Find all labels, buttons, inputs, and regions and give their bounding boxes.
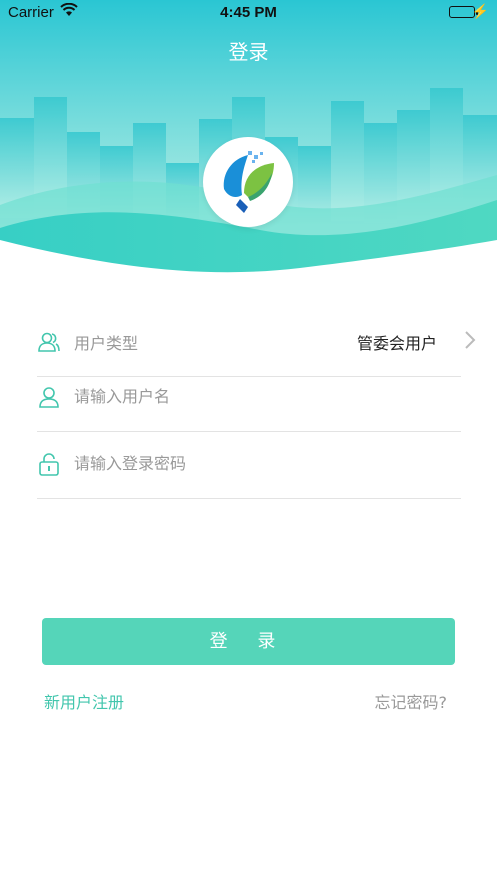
- user-type-value: 管委会用户: [356, 334, 437, 353]
- username-input[interactable]: [74, 381, 454, 411]
- charging-icon: ⚡: [471, 3, 489, 19]
- user-type-label: 用户类型: [74, 334, 139, 353]
- users-icon: [38, 332, 60, 352]
- app-logo: [203, 137, 293, 227]
- password-row: [37, 432, 461, 499]
- user-icon: [39, 387, 59, 408]
- status-time: 4:45 PM: [220, 4, 277, 21]
- username-row: [37, 365, 461, 432]
- page-title: 登录: [228, 40, 269, 64]
- forgot-password-link[interactable]: 忘记密码?: [375, 689, 448, 713]
- lock-icon: [39, 453, 59, 476]
- register-link[interactable]: 新用户注册: [44, 689, 124, 713]
- status-bar: Carrier 4:45 PM ⚡: [0, 0, 497, 26]
- password-input[interactable]: [74, 448, 454, 478]
- chevron-right-icon: [465, 331, 476, 349]
- leaf-logo-icon: [223, 151, 274, 213]
- login-button[interactable]: 登 录: [42, 618, 455, 665]
